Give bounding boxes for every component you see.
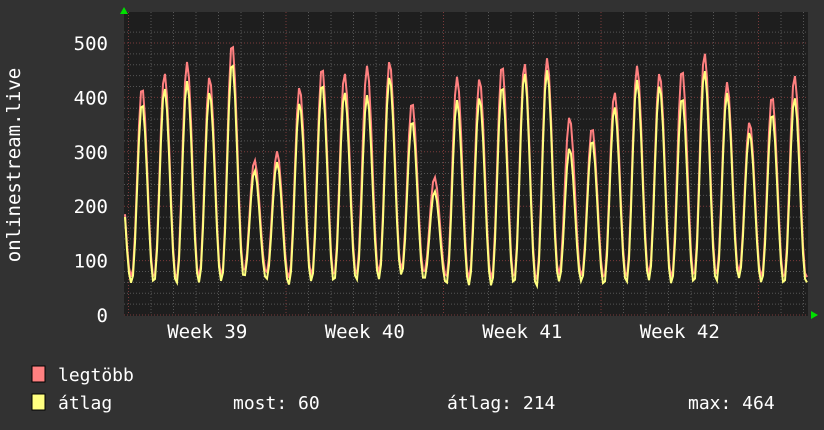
x-tick-label: Week 40 [325,321,405,343]
y-tick-label: 500 [74,33,108,55]
y-tick-label: 100 [74,251,108,273]
y-tick-label: 400 [74,87,108,109]
legend-swatch-max [31,365,46,383]
x-tick-label: Week 39 [167,321,247,343]
x-axis-arrow-icon [811,311,818,319]
stat-max: max: 464 [688,393,775,414]
y-tick-label: 200 [74,196,108,218]
stat-avg: átlag: 214 [447,393,555,414]
legend-swatch-avg [31,393,46,411]
x-axis-ticks: Week 39 Week 40 Week 41 Week 42 [167,321,720,343]
stat-now: most: 60 [233,393,320,414]
y-tick-label: 300 [74,142,108,164]
legend-label-avg: átlag [58,393,112,414]
y-axis-ticks: 0 100 200 300 400 500 [74,33,108,327]
x-tick-label: Week 42 [640,321,720,343]
y-axis-arrow-icon [120,7,128,14]
y-tick-label: 0 [97,305,108,327]
x-tick-label: Week 41 [482,321,562,343]
legend-label-max: legtöbb [58,365,134,386]
legend: legtöbb átlag most: 60 átlag: 214 max: 4… [31,365,775,414]
traffic-chart: 0100200300400500 Week 39 Week 40 Week 41 We… [3,7,818,414]
y-axis-label: onlinestream.live [3,68,25,262]
